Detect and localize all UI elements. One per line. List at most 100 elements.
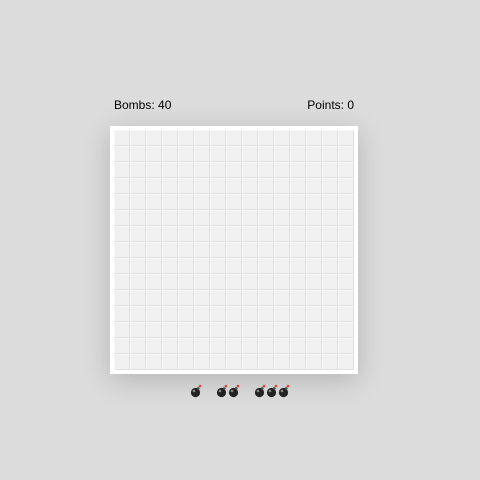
minefield-cell[interactable]: [274, 194, 290, 210]
minefield-cell[interactable]: [226, 194, 242, 210]
minefield-cell[interactable]: [178, 242, 194, 258]
minefield-cell[interactable]: [258, 242, 274, 258]
minefield-cell[interactable]: [162, 130, 178, 146]
minefield-cell[interactable]: [290, 354, 306, 370]
minefield-cell[interactable]: [162, 306, 178, 322]
minefield-cell[interactable]: [242, 322, 258, 338]
minefield-cell[interactable]: [130, 274, 146, 290]
minefield-cell[interactable]: [114, 162, 130, 178]
minefield-cell[interactable]: [146, 258, 162, 274]
minefield-cell[interactable]: [306, 226, 322, 242]
minefield-cell[interactable]: [306, 194, 322, 210]
minefield-cell[interactable]: [178, 194, 194, 210]
minefield-cell[interactable]: [130, 290, 146, 306]
minefield-cell[interactable]: [322, 178, 338, 194]
minefield-cell[interactable]: [338, 242, 354, 258]
minefield-cell[interactable]: [290, 258, 306, 274]
minefield-cell[interactable]: [290, 162, 306, 178]
minefield-cell[interactable]: [146, 274, 162, 290]
minefield-cell[interactable]: [226, 306, 242, 322]
minefield-cell[interactable]: [258, 226, 274, 242]
minefield-cell[interactable]: [242, 338, 258, 354]
minefield-cell[interactable]: [322, 130, 338, 146]
minefield-cell[interactable]: [242, 354, 258, 370]
minefield-cell[interactable]: [178, 258, 194, 274]
minefield-cell[interactable]: [194, 258, 210, 274]
minefield-cell[interactable]: [210, 194, 226, 210]
minefield-cell[interactable]: [290, 130, 306, 146]
minefield-cell[interactable]: [114, 322, 130, 338]
minefield-cell[interactable]: [146, 210, 162, 226]
minefield-cell[interactable]: [210, 338, 226, 354]
minefield-cell[interactable]: [162, 322, 178, 338]
minefield-cell[interactable]: [338, 130, 354, 146]
minefield-cell[interactable]: [306, 258, 322, 274]
minefield-cell[interactable]: [130, 146, 146, 162]
minefield-cell[interactable]: [210, 290, 226, 306]
minefield-cell[interactable]: [274, 306, 290, 322]
minefield-cell[interactable]: [290, 242, 306, 258]
minefield-cell[interactable]: [322, 226, 338, 242]
minefield-cell[interactable]: [258, 194, 274, 210]
minefield-cell[interactable]: [162, 162, 178, 178]
minefield-cell[interactable]: [146, 146, 162, 162]
minefield-cell[interactable]: [210, 258, 226, 274]
minefield-cell[interactable]: [162, 146, 178, 162]
minefield-cell[interactable]: [226, 130, 242, 146]
minefield-cell[interactable]: [242, 194, 258, 210]
minefield-cell[interactable]: [290, 226, 306, 242]
minefield-cell[interactable]: [210, 178, 226, 194]
minefield-cell[interactable]: [130, 242, 146, 258]
minefield-cell[interactable]: [194, 322, 210, 338]
minefield-cell[interactable]: [338, 162, 354, 178]
minefield-cell[interactable]: [274, 354, 290, 370]
minefield-cell[interactable]: [322, 306, 338, 322]
minefield-cell[interactable]: [194, 274, 210, 290]
minefield-cell[interactable]: [290, 338, 306, 354]
minefield-cell[interactable]: [226, 242, 242, 258]
minefield-cell[interactable]: [194, 306, 210, 322]
minefield-cell[interactable]: [226, 354, 242, 370]
minefield-cell[interactable]: [130, 178, 146, 194]
minefield-cell[interactable]: [178, 210, 194, 226]
minefield-cell[interactable]: [274, 162, 290, 178]
minefield-cell[interactable]: [258, 162, 274, 178]
minefield-cell[interactable]: [338, 178, 354, 194]
minefield-cell[interactable]: [178, 274, 194, 290]
minefield-cell[interactable]: [338, 354, 354, 370]
minefield-cell[interactable]: [114, 178, 130, 194]
minefield-cell[interactable]: [178, 162, 194, 178]
minefield-cell[interactable]: [114, 146, 130, 162]
minefield-cell[interactable]: [290, 290, 306, 306]
minefield-cell[interactable]: [242, 162, 258, 178]
minefield-cell[interactable]: [146, 306, 162, 322]
minefield-cell[interactable]: [290, 146, 306, 162]
minefield-cell[interactable]: [146, 130, 162, 146]
minefield-cell[interactable]: [210, 274, 226, 290]
minefield-cell[interactable]: [306, 242, 322, 258]
minefield-cell[interactable]: [130, 194, 146, 210]
minefield-cell[interactable]: [242, 178, 258, 194]
minefield-cell[interactable]: [210, 210, 226, 226]
minefield-cell[interactable]: [322, 290, 338, 306]
minefield-cell[interactable]: [242, 290, 258, 306]
minefield-cell[interactable]: [162, 354, 178, 370]
minefield-cell[interactable]: [162, 194, 178, 210]
minefield-cell[interactable]: [306, 290, 322, 306]
minefield-cell[interactable]: [162, 274, 178, 290]
minefield-cell[interactable]: [338, 306, 354, 322]
minefield-cell[interactable]: [306, 338, 322, 354]
minefield-cell[interactable]: [322, 146, 338, 162]
minefield-cell[interactable]: [130, 226, 146, 242]
minefield-cell[interactable]: [322, 258, 338, 274]
minefield-cell[interactable]: [226, 210, 242, 226]
minefield-cell[interactable]: [338, 322, 354, 338]
minefield-cell[interactable]: [178, 354, 194, 370]
minefield-cell[interactable]: [274, 338, 290, 354]
minefield-cell[interactable]: [114, 226, 130, 242]
minefield-cell[interactable]: [290, 194, 306, 210]
minefield-cell[interactable]: [146, 162, 162, 178]
minefield-cell[interactable]: [274, 258, 290, 274]
minefield-cell[interactable]: [338, 258, 354, 274]
minefield-cell[interactable]: [114, 274, 130, 290]
